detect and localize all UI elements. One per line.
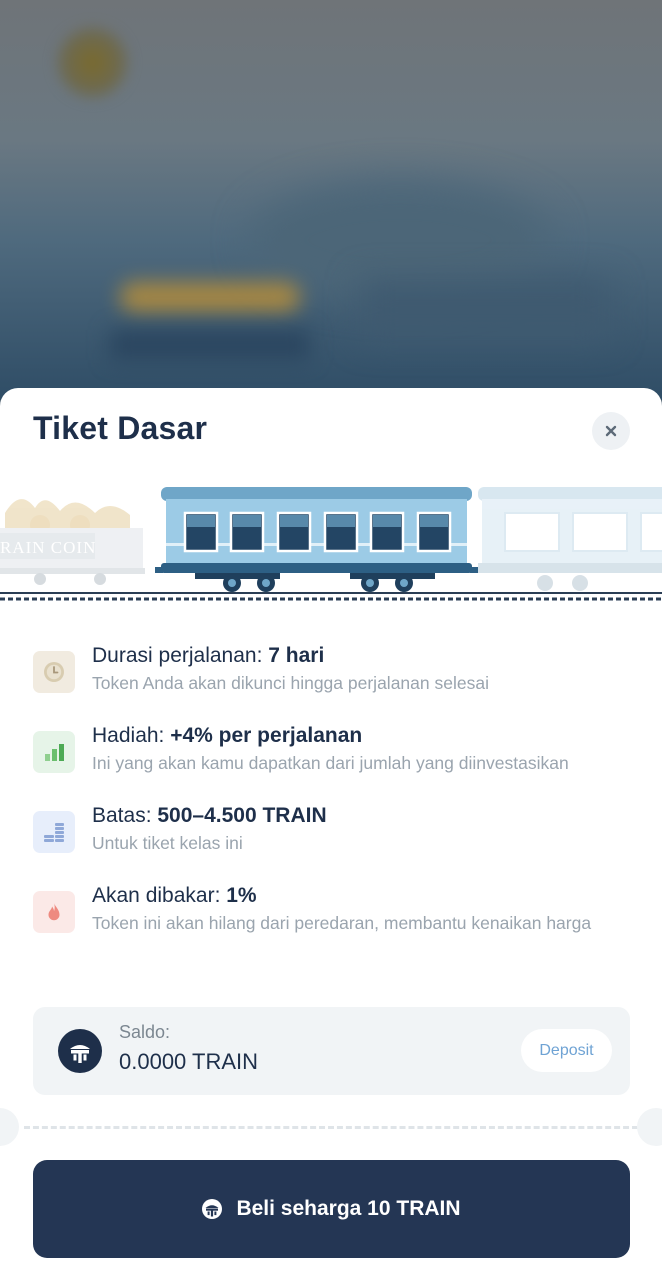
buy-button-label: Beli seharga 10 TRAIN — [236, 1197, 461, 1220]
ticket-features: Durasi perjalanan: 7 hari Token Anda aka… — [33, 643, 633, 935]
feature-reward: Hadiah: +4% per perjalanan Ini yang akan… — [33, 723, 633, 775]
reward-label: Hadiah: — [92, 724, 171, 747]
deposit-button[interactable]: Deposit — [521, 1029, 612, 1072]
background-banner — [120, 282, 300, 312]
train-token-icon — [202, 1199, 223, 1219]
train-illustration: RAIN COIN — [0, 487, 662, 601]
balance-card: Saldo: 0.0000 TRAIN Deposit — [33, 1007, 630, 1095]
ticket-modal: Tiket Dasar RAIN COIN Durasi perjalanan:… — [0, 388, 662, 1280]
duration-label: Durasi perjalanan: — [92, 644, 269, 667]
balance-label: Saldo: — [119, 1022, 171, 1042]
burn-value: 1% — [226, 884, 257, 907]
feature-burn: Akan dibakar: 1% Token ini akan hilang d… — [33, 883, 633, 935]
coin-wagon-label: RAIN COIN — [0, 538, 96, 557]
perforation-notch-right — [637, 1108, 662, 1146]
train-token-icon — [58, 1029, 102, 1073]
close-icon — [605, 425, 617, 437]
coin-stack-icon — [33, 811, 75, 853]
background-text — [110, 330, 310, 360]
limit-value: 500–4.500 TRAIN — [157, 804, 327, 827]
clock-icon — [33, 651, 75, 693]
feature-duration: Durasi perjalanan: 7 hari Token Anda aka… — [33, 643, 633, 695]
duration-description: Token Anda akan dikunci hingga perjalana… — [92, 673, 489, 693]
flame-icon — [33, 891, 75, 933]
feature-limit: Batas: 500–4.500 TRAIN Untuk tiket kelas… — [33, 803, 633, 855]
limit-label: Batas: — [92, 804, 158, 827]
background-text — [360, 280, 610, 340]
burn-line: Akan dibakar: 1% — [92, 883, 633, 909]
burn-description: Token ini akan hilang dari peredaran, me… — [92, 913, 592, 933]
duration-value: 7 hari — [268, 644, 325, 667]
balance-value: 0.0000 TRAIN — [119, 1049, 259, 1074]
ticket-perforation — [0, 1108, 662, 1146]
burn-label: Akan dibakar: — [92, 884, 227, 907]
faded-wagon — [478, 487, 662, 591]
background-sun — [55, 25, 130, 100]
limit-line: Batas: 500–4.500 TRAIN — [92, 803, 633, 829]
buy-button[interactable]: Beli seharga 10 TRAIN — [33, 1160, 630, 1258]
blurred-background — [0, 0, 662, 400]
reward-value: +4% per perjalanan — [170, 724, 363, 747]
perforation-line — [24, 1126, 638, 1129]
limit-description: Untuk tiket kelas ini — [92, 833, 243, 853]
duration-line: Durasi perjalanan: 7 hari — [92, 643, 633, 669]
passenger-wagon — [155, 487, 478, 592]
reward-line: Hadiah: +4% per perjalanan — [92, 723, 633, 749]
close-button[interactable] — [592, 412, 630, 450]
bar-chart-icon — [33, 731, 75, 773]
perforation-notch-left — [0, 1108, 19, 1146]
modal-title: Tiket Dasar — [33, 410, 208, 446]
coin-wagon: RAIN COIN — [0, 499, 145, 585]
reward-description: Ini yang akan kamu dapatkan dari jumlah … — [92, 753, 569, 773]
